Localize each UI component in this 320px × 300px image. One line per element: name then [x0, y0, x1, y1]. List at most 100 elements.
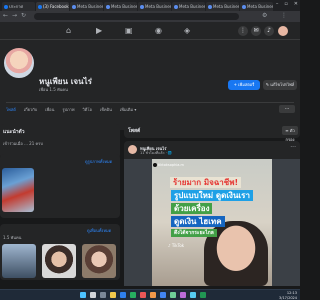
store-icon[interactable]: [130, 292, 136, 298]
video-caption: รูปแบบใหม่ ดูดเงินเรา: [171, 190, 253, 201]
minimize-icon[interactable]: –: [276, 1, 279, 7]
facebook-favicon-icon: [38, 4, 42, 9]
screen: ประกาศ (3) Facebook Meta Business Si Met…: [0, 0, 300, 300]
edge-icon[interactable]: [120, 292, 126, 298]
browser-menu-icon[interactable]: ⋮: [281, 12, 287, 19]
friend-count[interactable]: เพื่อน 1.5 พันคน: [39, 86, 68, 93]
tab-about[interactable]: เกี่ยวกับ: [24, 106, 37, 114]
notifications-icon[interactable]: ♪: [264, 26, 274, 36]
post-options-icon[interactable]: ···: [290, 144, 296, 151]
reload-icon[interactable]: ↻: [21, 12, 26, 19]
browser-tab[interactable]: ประกาศ: [2, 2, 35, 11]
meta-favicon-icon: [174, 4, 178, 9]
profile-more-button[interactable]: ···: [279, 105, 295, 113]
see-all-photos-link[interactable]: ดูรูปภาพทั้งหมด: [85, 158, 112, 165]
browser-toolbar: ← → ↻ ⚙ ⋮: [0, 11, 300, 22]
video-caption: ดูดเงิน ไฮเทค: [171, 216, 225, 227]
app-icon[interactable]: [140, 292, 146, 298]
browser-tab-label: Meta Business Si: [247, 4, 273, 9]
browser-tab-label: ประกาศ: [9, 4, 24, 9]
friend-photo[interactable]: [2, 244, 36, 278]
filter-button[interactable]: ≡ ตัวกรอง: [282, 126, 298, 142]
browser-tab[interactable]: Meta Business Si: [172, 2, 205, 11]
browser-tab-label: Meta Business Si: [77, 4, 103, 9]
search-icon[interactable]: [90, 292, 96, 298]
tab-checkins[interactable]: เช็คอิน: [100, 106, 112, 114]
intro-detail: เข้าร่วมเมื่อ ... 21 ครบ: [3, 141, 43, 146]
line-icon[interactable]: [200, 292, 206, 298]
edit-profile-button[interactable]: ✎ แก้ไขโปรไฟล์: [263, 80, 297, 90]
marketplace-icon[interactable]: ▣: [125, 26, 133, 35]
meta-favicon-icon: [140, 4, 144, 9]
tiktok-username: tiktoksophia.m: [158, 163, 184, 167]
maximize-icon[interactable]: ▫: [284, 1, 287, 7]
tiktok-avatar-icon: [153, 163, 157, 167]
browser-tab[interactable]: Meta Business Si: [240, 2, 273, 11]
messenger-icon[interactable]: ✉: [251, 26, 261, 36]
close-icon[interactable]: ✕: [294, 1, 298, 7]
browser-tab-facebook[interactable]: (3) Facebook: [36, 2, 69, 11]
file-explorer-icon[interactable]: [110, 292, 116, 298]
posts-header: โพสต์ ≡ ตัวกรอง: [124, 124, 300, 142]
add-story-button[interactable]: + เพิ่มสตอรี่: [228, 80, 260, 90]
post-timestamp[interactable]: 11 ชั่วโมงที่แล้ว · 🌐: [140, 150, 172, 156]
start-icon[interactable]: [80, 292, 86, 298]
see-all-friends-link[interactable]: ดูเพื่อนทั้งหมด: [87, 227, 111, 234]
meta-favicon-icon: [106, 4, 110, 9]
task-view-icon[interactable]: [100, 292, 106, 298]
browser-tab[interactable]: Meta Business Si: [138, 2, 171, 11]
tab-photos[interactable]: รูปภาพ: [62, 106, 74, 114]
browser-tab-label: Meta Business Si: [111, 4, 137, 9]
back-icon[interactable]: ←: [3, 12, 8, 19]
chrome-icon[interactable]: [160, 292, 166, 298]
video-caption: ร้ายมาก มิจฉาชีพ!: [170, 177, 242, 188]
browser-tab[interactable]: Meta Business Si: [206, 2, 239, 11]
groups-icon[interactable]: ◉: [155, 26, 162, 35]
post-author-avatar[interactable]: [128, 145, 137, 154]
browser-tab-label: Meta Business Si: [145, 4, 171, 9]
menu-grid-icon[interactable]: ⋮: [238, 26, 248, 36]
photo-thumbnail[interactable]: [2, 168, 34, 212]
extensions-icon[interactable]: ⚙: [262, 12, 267, 19]
video-caption: ดึงได้จากระยะไกล: [171, 229, 217, 237]
system-clock[interactable]: 12:13 3/17/2024: [279, 291, 297, 300]
meta-favicon-icon: [72, 4, 76, 9]
windows-taskbar: 12:13 3/17/2024: [0, 289, 300, 300]
tiktok-logo: ♪ TikTok: [168, 243, 185, 248]
app-icon[interactable]: [180, 292, 186, 298]
browser-tab[interactable]: Meta Business Si: [70, 2, 103, 11]
friends-count: 1.5 พันคน: [3, 235, 22, 240]
browser-tab-strip: ประกาศ (3) Facebook Meta Business Si Met…: [0, 0, 300, 11]
watch-icon[interactable]: ▶: [96, 26, 102, 35]
photos-card: ดูรูปภาพทั้งหมด: [0, 154, 120, 218]
clock-date: 3/17/2024: [279, 295, 297, 300]
intro-title: แนะนำตัว: [3, 129, 25, 135]
app-icon[interactable]: [170, 292, 176, 298]
facebook-top-nav: ⌂ ▶ ▣ ◉ ◈ ⋮ ✉ ♪: [0, 22, 300, 40]
tab-videos[interactable]: วิดีโอ: [83, 106, 92, 114]
friend-photo[interactable]: [42, 244, 76, 278]
tab-friends[interactable]: เพื่อน: [45, 106, 54, 114]
forward-icon[interactable]: →: [12, 12, 17, 19]
browser-tab-label: Meta Business Si: [213, 4, 239, 9]
friends-card: 1.5 พันคน ดูเพื่อนทั้งหมด: [0, 224, 120, 280]
tab-more[interactable]: เพิ่มเติม ▾: [120, 106, 137, 114]
tab-posts[interactable]: โพสต์: [6, 106, 16, 114]
posts-title: โพสต์: [128, 128, 141, 134]
profile-header: หนูเพียน เจนไร่ เพื่อน 1.5 พันคน + เพิ่ม…: [0, 40, 300, 130]
gaming-icon[interactable]: ◈: [184, 26, 190, 35]
friend-photo[interactable]: [82, 244, 116, 278]
account-avatar[interactable]: [278, 26, 288, 36]
home-icon[interactable]: ⌂: [66, 26, 71, 35]
divider: [6, 102, 294, 103]
profile-picture[interactable]: [2, 46, 36, 80]
meta-favicon-icon: [208, 4, 212, 9]
browser-tab[interactable]: Meta Business Si: [104, 2, 137, 11]
app-icon[interactable]: [150, 292, 156, 298]
profile-tabs: โพสต์ เกี่ยวกับ เพื่อน รูปภาพ วิดีโอ เช็…: [6, 106, 136, 114]
meta-favicon-icon: [242, 4, 246, 9]
address-bar[interactable]: [34, 13, 239, 20]
app-icon[interactable]: [190, 292, 196, 298]
browser-tab-label: (3) Facebook: [43, 4, 69, 9]
post-video[interactable]: tiktoksophia.m ร้ายมาก มิจฉาชีพ! รูปแบบใ…: [124, 159, 300, 286]
